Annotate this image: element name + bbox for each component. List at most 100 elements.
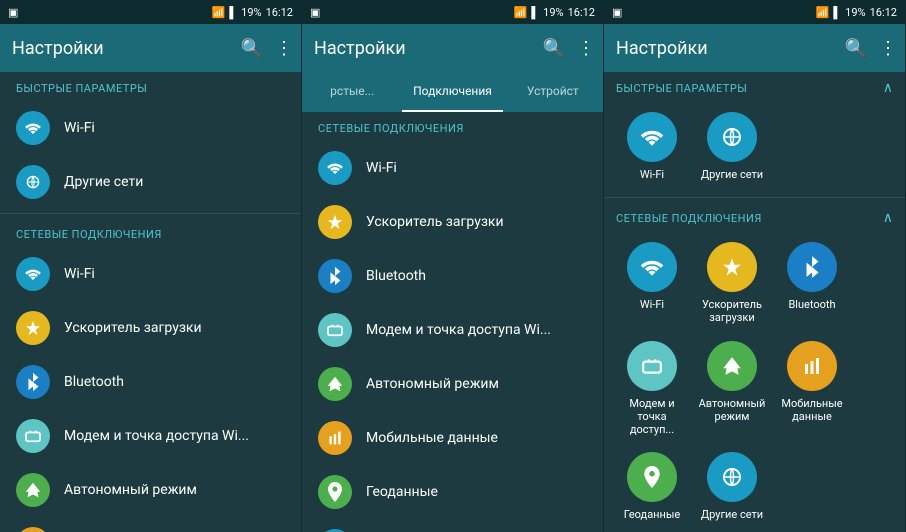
grid-item-label: Другие сети [701,508,763,521]
top-bar-3: Настройки 🔍 ⋮ [604,24,905,72]
time-display: 16:12 [266,6,293,19]
grid-item-label: Модем и точка доступ... [616,397,688,437]
item-label: Ускоритель загрузки [64,320,202,336]
panel-3: ▣ 📶 ▌ 19% 16:12 Настройки 🔍 ⋮ БЫСТРЫЕ ПА… [604,0,906,532]
menu-icon-1[interactable]: ⋮ [275,38,293,59]
section-label-quick-p3: БЫСТРЫЕ ПАРАМЕТРЫ [616,82,747,95]
item-label: Модем и точка доступа Wi... [64,428,249,444]
item-label: Автономный режим [64,482,197,498]
list-item[interactable]: Модем и точка доступа Wi... [302,303,603,357]
modem-grid-icon [627,341,677,391]
collapse-quick-icon[interactable]: ∧ [883,80,893,96]
status-left-1: ▣ [8,6,18,19]
status-left-3: ▣ [612,6,622,19]
list-item[interactable]: Мобильные данные [302,411,603,465]
signal-icon-3: ▌ [833,6,841,19]
top-bar-icons-1: 🔍 ⋮ [241,38,293,59]
item-label: Автономный режим [366,376,499,392]
status-right-3: 📶 ▌ 19% 16:12 [816,6,897,19]
other-net-grid-icon-2 [707,452,757,502]
top-bar-icons-2: 🔍 ⋮ [543,38,595,59]
battery-percent-3: 19% [845,6,865,19]
grid-item-label: Другие сети [701,168,763,181]
top-bar-2: Настройки 🔍 ⋮ [302,24,603,72]
grid-item-wifi-2[interactable]: Wi-Fi [612,234,692,332]
bluetooth-icon-p2 [318,259,352,293]
tab-connections[interactable]: Подключения [402,72,502,112]
grid-item-bluetooth[interactable]: Bluetooth [772,234,852,332]
list-item[interactable]: Другие сети [0,155,301,209]
tab-devices[interactable]: Устройст [503,72,603,112]
grid-item-other-net-2[interactable]: Другие сети [692,444,772,529]
boost-grid-icon [707,242,757,292]
quick-params-grid: Wi-Fi Другие сети [604,100,905,193]
status-right-2: 📶 ▌ 19% 16:12 [514,6,595,19]
grid-item-other-net[interactable]: Другие сети [692,104,772,189]
list-item[interactable]: Другие сети [302,519,603,532]
network-grid: Wi-Fi Ускоритель загрузки Bluetooth Моде… [604,230,905,532]
search-icon-1[interactable]: 🔍 [241,38,263,59]
panel-1: ▣ 📶 ▌ 19% 16:12 Настройки 🔍 ⋮ БЫСТРЫЕ ПА… [0,0,302,532]
list-item[interactable]: Wi-Fi [302,141,603,195]
modem-icon [16,419,50,453]
airplane-icon-p2 [318,367,352,401]
item-label: Другие сети [64,174,143,190]
wifi-icon-2 [16,257,50,291]
battery-percent-2: 19% [543,6,563,19]
search-icon-3[interactable]: 🔍 [845,38,867,59]
bluetooth-grid-icon [787,242,837,292]
wifi-status-icon-3: 📶 [816,6,830,19]
sim-icon-2: ▣ [310,6,320,19]
list-item[interactable]: Bluetooth [302,249,603,303]
list-item[interactable]: Wi-Fi [0,247,301,301]
boost-icon [16,311,50,345]
section-label-network-2: СЕТЕВЫЕ ПОДКЛЮЧЕНИЯ [302,112,603,141]
wifi-grid-icon [627,112,677,162]
section-label-quick-1: БЫСТРЫЕ ПАРАМЕТРЫ [0,72,301,101]
signal-icon: ▌ [229,6,237,19]
top-bar-icons-3: 🔍 ⋮ [845,38,897,59]
section-header-quick-p3: БЫСТРЫЕ ПАРАМЕТРЫ ∧ [604,72,905,100]
list-item[interactable]: Автономный режим [302,357,603,411]
geo-grid-icon [627,452,677,502]
panel-2: ▣ 📶 ▌ 19% 16:12 Настройки 🔍 ⋮ рстые... П… [302,0,604,532]
time-display-2: 16:12 [568,6,595,19]
grid-item-label: Bluetooth [788,298,835,311]
list-item[interactable]: Автономный режим [0,463,301,517]
airplane-icon [16,473,50,507]
grid-item-mobile[interactable]: Мобильные данные [772,333,852,445]
status-left-2: ▣ [310,6,320,19]
grid-item-modem[interactable]: Модем и точка доступ... [612,333,692,445]
time-display-3: 16:12 [870,6,897,19]
menu-icon-2[interactable]: ⋮ [577,38,595,59]
status-bar-3: ▣ 📶 ▌ 19% 16:12 [604,0,905,24]
battery-percent: 19% [241,6,261,19]
list-item[interactable]: Мобильные данные [0,517,301,532]
collapse-network-icon[interactable]: ∧ [883,210,893,226]
search-icon-2[interactable]: 🔍 [543,38,565,59]
mobile-data-icon [16,527,50,532]
grid-item-wifi[interactable]: Wi-Fi [612,104,692,189]
list-item[interactable]: Bluetooth [0,355,301,409]
tab-bar-2: рстые... Подключения Устройст [302,72,603,112]
item-label: Ускоритель загрузки [366,214,504,230]
grid-item-boost[interactable]: Ускоритель загрузки [692,234,772,332]
list-item[interactable]: Ускоритель загрузки [302,195,603,249]
grid-item-airplane[interactable]: Автономный режим [692,333,772,445]
tab-quick[interactable]: рстые... [302,72,402,112]
other-networks-icon [16,165,50,199]
list-item[interactable]: Модем и точка доступа Wi... [0,409,301,463]
item-label: Wi-Fi [64,266,95,282]
panel-3-content: БЫСТРЫЕ ПАРАМЕТРЫ ∧ Wi-Fi Другие сети СЕ… [604,72,905,532]
list-item[interactable]: Ускоритель загрузки [0,301,301,355]
other-net-grid-icon [707,112,757,162]
item-label: Wi-Fi [64,120,95,136]
menu-icon-3[interactable]: ⋮ [879,38,897,59]
item-label: Bluetooth [64,374,124,390]
divider-p3 [604,197,905,198]
grid-item-geo[interactable]: Геоданные [612,444,692,529]
list-item[interactable]: Геоданные [302,465,603,519]
grid-item-label: Геоданные [624,508,681,521]
list-item[interactable]: Wi-Fi [0,101,301,155]
wifi-status-icon-2: 📶 [514,6,528,19]
